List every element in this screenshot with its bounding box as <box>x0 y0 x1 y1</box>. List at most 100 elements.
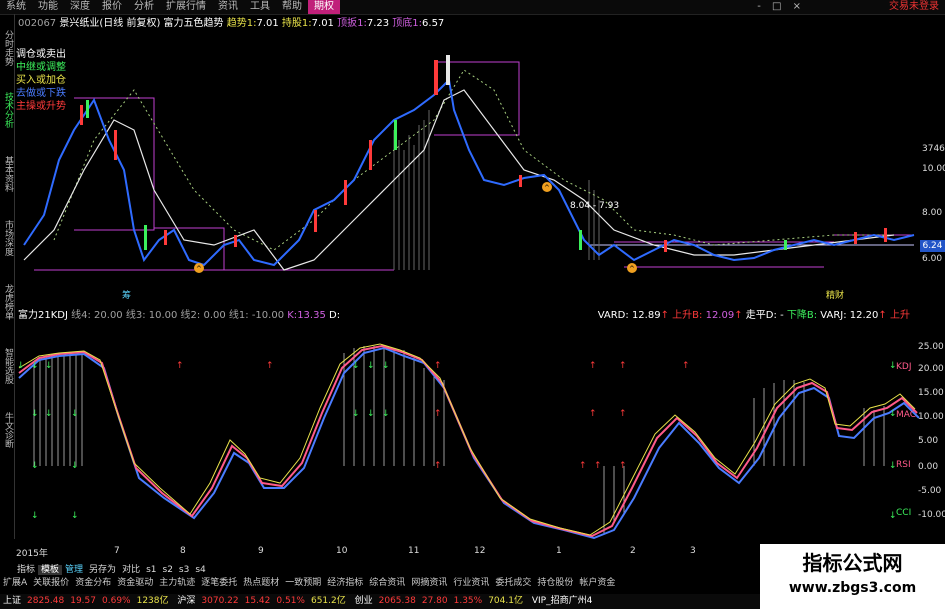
cy-value: 2065.38 <box>378 596 416 606</box>
hs-label[interactable]: 沪深 <box>174 596 198 606</box>
top-label: 顶扳1: <box>337 18 367 29</box>
func-tick-order[interactable]: 逐笔委托 <box>198 578 240 588</box>
left-nav: 分时走势 技术分析 基本资料 市场深度 龙虎榜单 智能选股 牛文诊断 <box>0 14 15 539</box>
indicator-tabs: 指标 模板 管理 另存为 对比 s1 s2 s3 s4 <box>14 562 209 575</box>
trade-login-status[interactable]: 交易未登录 <box>889 0 939 14</box>
kdj-axis-neg5: -5.00 <box>918 486 942 496</box>
hs-value: 3070.22 <box>201 596 239 606</box>
func-news[interactable]: 综合资讯 <box>366 578 408 588</box>
hs-amount: 651.2亿 <box>310 596 346 606</box>
tab-s4[interactable]: s4 <box>192 565 208 575</box>
date-month-1: 1 <box>556 546 562 556</box>
hs-change: 15.42 <box>244 596 271 606</box>
market-status-bar: 上证 2825.48 19.57 0.69% 1238亿 沪深 3070.22 15.42 0… <box>0 594 760 609</box>
bottom-value: 6.57 <box>422 18 445 29</box>
svg-text:↑: ↑ <box>434 409 442 419</box>
func-fund-dist[interactable]: 资金分布 <box>72 578 114 588</box>
date-month-11: 11 <box>408 546 420 556</box>
func-order-deal[interactable]: 委托成交 <box>492 578 534 588</box>
svg-text:↓: ↓ <box>31 409 39 419</box>
func-hot-topic[interactable]: 热点题材 <box>240 578 282 588</box>
watermark-title: 指标公式网 <box>802 551 903 575</box>
kdj-axis-10: 10.00 <box>918 412 944 422</box>
func-account-fund[interactable]: 帐户资金 <box>576 578 618 588</box>
hs-pct: 0.51% <box>276 596 305 606</box>
tab-s3[interactable]: s3 <box>176 565 192 575</box>
nav-tab-depth[interactable]: 市场深度 <box>0 208 13 268</box>
svg-text:↑: ↑ <box>619 409 627 419</box>
kdj-axis-neg10: -10.00 <box>918 510 945 520</box>
svg-text:↓: ↓ <box>45 361 53 371</box>
func-related-quote[interactable]: 关联报价 <box>30 578 72 588</box>
vip-account: VIP_招商广州4 <box>531 596 593 606</box>
func-econ[interactable]: 经济指标 <box>324 578 366 588</box>
sh-pct: 0.69% <box>102 596 131 606</box>
stock-code: 002067 <box>18 18 57 29</box>
series-kdj: KDJ <box>896 362 912 372</box>
svg-text:↑: ↑ <box>594 461 602 471</box>
tab-save-as[interactable]: 另存为 <box>86 565 119 575</box>
svg-text:↑: ↑ <box>434 361 442 371</box>
svg-text:↓: ↓ <box>367 409 375 419</box>
buy-marker-icons: ^ ^ ^ <box>194 182 637 273</box>
svg-text:↑: ↑ <box>579 461 587 471</box>
kdj-subchart[interactable]: ↓ ↓ ↓ ↓ ↓ ↓ ↓ ↓ ↓ ↓ ↑ ↑ ↓ ↓ ↓ ↓ ↓ ↓ ↑↑↑ ↑ ↑ ↑ ↑ ↑ ↑ ↑ ↑ … <box>14 318 920 544</box>
svg-text:↓: ↓ <box>367 361 375 371</box>
svg-text:↓: ↓ <box>71 409 79 419</box>
main-price-chart[interactable]: ^ ^ ^ 8.04 - 7.93 筹 精财 <box>14 30 920 302</box>
menu-quote[interactable]: 报价 <box>96 0 128 14</box>
menu-analysis[interactable]: 分析 <box>128 0 160 14</box>
tab-compare[interactable]: 对比 <box>119 565 143 575</box>
func-consensus[interactable]: 一致预期 <box>282 578 324 588</box>
sh-label[interactable]: 上证 <box>0 596 24 606</box>
svg-text:↑: ↑ <box>619 361 627 371</box>
indicator-name[interactable]: 富力五色趋势 <box>164 18 224 29</box>
svg-text:↓: ↓ <box>71 511 79 521</box>
chip-label[interactable]: 筹 <box>122 289 131 301</box>
kdj-axis-20: 20.00 <box>918 364 944 374</box>
series-mac: MAC <box>896 410 917 420</box>
func-industry[interactable]: 行业资讯 <box>450 578 492 588</box>
tab-indicator[interactable]: 指标 <box>14 565 38 575</box>
watermark-url: www.zbgs3.com <box>788 580 917 596</box>
menu-system[interactable]: 系统 <box>0 0 32 14</box>
svg-text:↓: ↓ <box>17 361 25 371</box>
sh-amount: 1238亿 <box>136 596 169 606</box>
tab-s2[interactable]: s2 <box>160 565 176 575</box>
date-month-7: 7 <box>114 546 120 556</box>
nav-tab-diagnosis[interactable]: 牛文诊断 <box>0 400 13 460</box>
svg-text:↓: ↓ <box>71 461 79 471</box>
menu-tools[interactable]: 工具 <box>244 0 276 14</box>
nav-tab-intraday[interactable]: 分时走势 <box>0 18 13 78</box>
price-axis-top: 37463 <box>922 144 945 154</box>
nav-tab-technical[interactable]: 技术分析 <box>0 80 13 140</box>
nav-tab-dragon-tiger[interactable]: 龙虎榜单 <box>0 272 13 332</box>
svg-text:↑: ↑ <box>266 361 274 371</box>
finance-label[interactable]: 精财 <box>826 289 844 301</box>
svg-text:↑: ↑ <box>619 461 627 471</box>
signal-arrows: ↓ ↓ ↓ ↓ ↓ ↓ ↓ ↓ ↓ ↓ ↑ ↑ ↓ ↓ ↓ ↓ ↓ ↓ ↑↑↑ ↑ ↑ ↑ ↑ ↑ ↑ ↑ ↑ … <box>17 361 897 521</box>
menu-options[interactable]: 期权 <box>308 0 340 14</box>
site-watermark: 指标公式网 www.zbgs3.com <box>760 544 945 609</box>
menu-function[interactable]: 功能 <box>32 0 64 14</box>
menu-extended[interactable]: 扩展行情 <box>160 0 212 14</box>
menu-news[interactable]: 资讯 <box>212 0 244 14</box>
tab-manage[interactable]: 管理 <box>62 565 86 575</box>
support1-label: 持股1: <box>281 18 312 29</box>
date-month-2: 2 <box>630 546 636 556</box>
tab-s1[interactable]: s1 <box>143 565 159 575</box>
func-main-track[interactable]: 主力轨迹 <box>156 578 198 588</box>
support1-value: 7.01 <box>311 18 334 29</box>
tab-template[interactable]: 模板 <box>38 565 63 575</box>
nav-tab-fundamentals[interactable]: 基本资料 <box>0 144 13 204</box>
cy-label[interactable]: 创业 <box>352 596 376 606</box>
func-web-news[interactable]: 网摘资讯 <box>408 578 450 588</box>
func-fund-drive[interactable]: 资金驱动 <box>114 578 156 588</box>
func-holdings[interactable]: 持仓股份 <box>534 578 576 588</box>
svg-text:↓: ↓ <box>382 361 390 371</box>
func-extend-a[interactable]: 扩展A <box>0 578 30 588</box>
window-controls[interactable]: - □ × <box>757 0 805 14</box>
menu-help[interactable]: 帮助 <box>276 0 308 14</box>
menu-depth[interactable]: 深度 <box>64 0 96 14</box>
nav-tab-smart-select[interactable]: 智能选股 <box>0 336 13 396</box>
